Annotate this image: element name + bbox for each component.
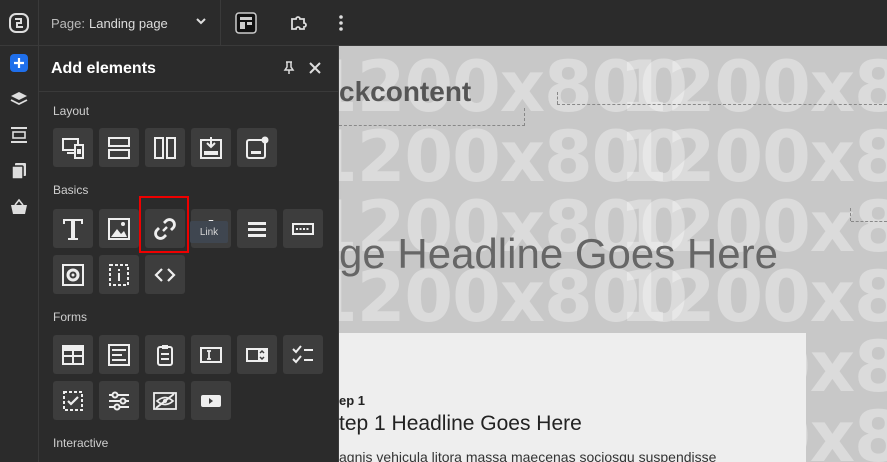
image-icon xyxy=(108,217,130,240)
page-prefix-label: Page: xyxy=(51,15,85,31)
block-outline-edge xyxy=(524,108,525,126)
puzzle-icon xyxy=(291,16,307,30)
gear-icon xyxy=(62,263,84,286)
tile-popup[interactable] xyxy=(237,128,277,167)
page-canvas[interactable]: 1200x800 1200x800 1200x800 1200x800 1200… xyxy=(339,46,887,462)
rail-store-button[interactable] xyxy=(8,196,30,218)
pin-icon[interactable] xyxy=(282,61,296,75)
tile-settings-widget[interactable] xyxy=(53,255,93,294)
list-lines-icon xyxy=(248,221,266,237)
checklist-icon xyxy=(292,344,313,363)
panel-title: Add elements xyxy=(51,60,156,77)
tile-form[interactable] xyxy=(53,335,93,374)
clipboard-icon xyxy=(157,344,173,366)
link-tile-highlight xyxy=(139,196,189,253)
block-outline xyxy=(851,221,887,222)
form-lines-icon xyxy=(108,343,130,366)
tile-download-section[interactable] xyxy=(191,128,231,167)
text-input-icon xyxy=(200,346,222,363)
app-logo[interactable] xyxy=(0,0,39,46)
popup-icon xyxy=(246,136,269,159)
tile-list[interactable] xyxy=(237,209,277,248)
more-options-button[interactable] xyxy=(329,11,353,35)
tile-checkbox[interactable] xyxy=(53,381,93,420)
page-name-label: Landing page xyxy=(88,15,168,31)
layout-icon xyxy=(235,12,257,34)
tile-responsive[interactable] xyxy=(53,128,93,167)
step-body-text[interactable]: agnis vehicula litora massa maecenas soc… xyxy=(339,449,716,462)
vertical-dots-icon xyxy=(339,15,343,31)
step-headline[interactable]: tep 1 Headline Goes Here xyxy=(339,412,582,436)
sliders-icon xyxy=(109,391,129,410)
block-content-label[interactable]: ckcontent xyxy=(339,76,471,108)
tile-select-field[interactable] xyxy=(237,335,277,374)
left-rail xyxy=(0,46,39,462)
rail-add-elements-button[interactable] xyxy=(8,52,30,74)
tile-code[interactable] xyxy=(145,255,185,294)
top-bar: Page: Landing page xyxy=(0,0,887,46)
block-outline xyxy=(557,104,887,105)
logo-icon xyxy=(9,13,29,33)
tile-sliders[interactable] xyxy=(99,381,139,420)
tile-image[interactable] xyxy=(99,209,139,248)
rail-layers-button[interactable] xyxy=(8,88,30,110)
sections-icon xyxy=(11,127,27,143)
tile-clipboard-field[interactable] xyxy=(145,335,185,374)
select-field-icon xyxy=(246,347,268,362)
columns-icon xyxy=(154,136,176,159)
section-layout-label: Layout xyxy=(53,104,90,118)
eye-slash-icon xyxy=(153,391,177,410)
chevron-down-icon xyxy=(196,18,206,25)
text-t-icon xyxy=(63,218,83,240)
block-outline xyxy=(339,125,525,126)
rail-pages-button[interactable] xyxy=(8,160,30,182)
rows-icon xyxy=(108,136,130,159)
close-icon[interactable] xyxy=(309,62,321,74)
layers-icon xyxy=(10,92,28,106)
divider-icon xyxy=(292,222,314,235)
tile-info-box[interactable] xyxy=(99,255,139,294)
rail-sections-button[interactable] xyxy=(8,124,30,146)
tile-text[interactable] xyxy=(53,209,93,248)
pages-icon xyxy=(11,163,26,180)
block-outline-edge xyxy=(557,92,558,104)
form-grid-icon xyxy=(62,344,84,365)
tile-checklist[interactable] xyxy=(283,335,323,374)
tile-submit-button[interactable] xyxy=(191,381,231,420)
layout-toggle-button[interactable] xyxy=(234,11,258,35)
code-brackets-icon xyxy=(154,267,176,282)
section-basics-label: Basics xyxy=(53,183,89,197)
step-card[interactable]: ep 1 tep 1 Headline Goes Here agnis vehi… xyxy=(339,333,806,462)
link-tooltip: Link xyxy=(190,221,228,243)
basket-icon xyxy=(11,198,27,214)
tile-rows[interactable] xyxy=(99,128,139,167)
tile-hidden-field[interactable] xyxy=(145,381,185,420)
panel-header: Add elements xyxy=(39,46,339,92)
section-interactive-label: Interactive xyxy=(53,436,109,450)
checkbox-dashed-icon xyxy=(63,390,83,411)
info-dashed-icon xyxy=(109,263,129,286)
responsive-devices-icon xyxy=(62,137,84,159)
download-box-icon xyxy=(200,136,222,159)
block-outline-edge xyxy=(850,208,851,221)
step-label: ep 1 xyxy=(339,393,366,408)
tile-columns[interactable] xyxy=(145,128,185,167)
tile-form-fields[interactable] xyxy=(99,335,139,374)
page-headline[interactable]: ge Headline Goes Here xyxy=(339,230,778,278)
page-selector[interactable]: Page: Landing page xyxy=(39,0,221,46)
add-elements-panel: Add elements Layout Basics Link Forms In… xyxy=(39,46,339,462)
section-forms-label: Forms xyxy=(53,310,87,324)
plus-square-icon xyxy=(10,54,28,72)
tile-divider[interactable] xyxy=(283,209,323,248)
plugin-button[interactable] xyxy=(286,11,310,35)
tile-text-input[interactable] xyxy=(191,335,231,374)
submit-arrow-icon xyxy=(201,394,221,407)
